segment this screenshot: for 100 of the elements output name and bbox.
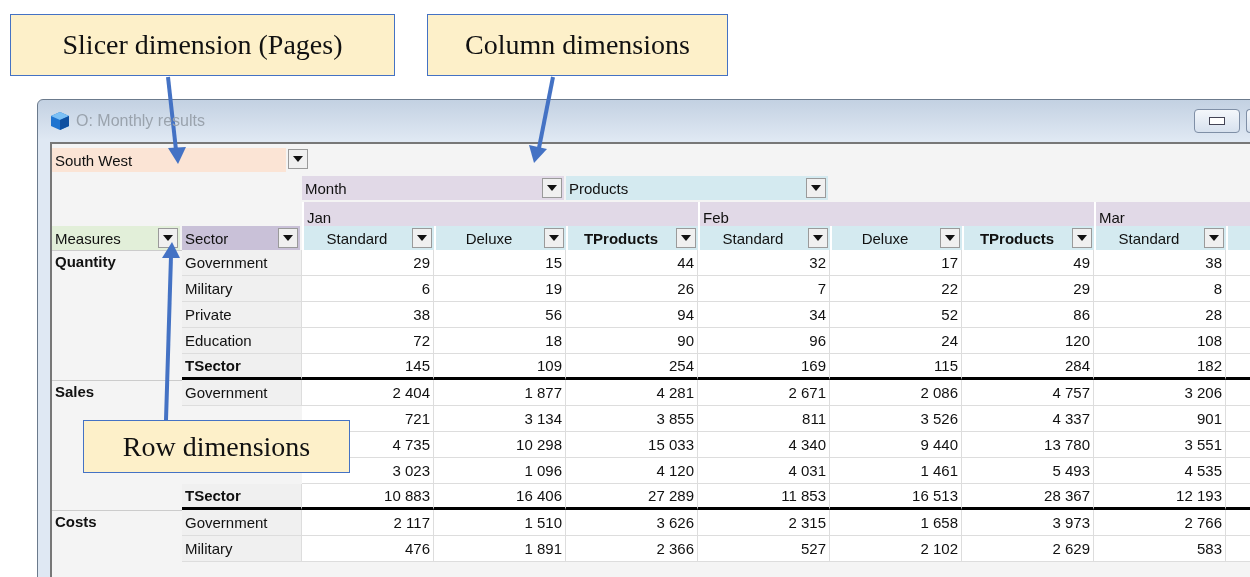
table-cell: 115 xyxy=(830,354,962,380)
table-cell: 1 096 xyxy=(434,458,566,484)
column-header: Standard xyxy=(325,229,389,247)
dimension-label: Sector xyxy=(185,229,229,247)
table-cell: 72 xyxy=(302,328,434,354)
table-cell: 284 xyxy=(962,354,1094,380)
table-cell: 2 629 xyxy=(962,536,1094,562)
table-cell: 94 xyxy=(566,302,698,328)
table-cell: 17 xyxy=(830,250,962,276)
table-cell: 90 xyxy=(566,328,698,354)
table-cell: 7 xyxy=(698,276,830,302)
table-cell: 2 315 xyxy=(698,510,830,536)
row-header: Education xyxy=(182,328,302,354)
row-header: Government xyxy=(182,510,302,536)
table-cell: 44 xyxy=(566,250,698,276)
table-cell: 2 102 xyxy=(830,536,962,562)
table-cell: 4 340 xyxy=(698,432,830,458)
callout-label: Column dimensions xyxy=(427,14,728,76)
table-cell: 169 xyxy=(698,354,830,380)
table-cell: 527 xyxy=(698,536,830,562)
table-cell: 2 117 xyxy=(302,510,434,536)
table-cell: 4 535 xyxy=(1094,458,1226,484)
table-cell: 476 xyxy=(302,536,434,562)
table-cell: 5 493 xyxy=(962,458,1094,484)
row-header: Government xyxy=(182,380,302,406)
table-cell: 4 337 xyxy=(962,406,1094,432)
table-cell: 11 853 xyxy=(698,484,830,510)
table-cell: 4 757 xyxy=(962,380,1094,406)
table-cell: 1 510 xyxy=(434,510,566,536)
table-cell: 27 289 xyxy=(566,484,698,510)
row-header: TSector xyxy=(182,354,302,380)
table-cell: 19 xyxy=(434,276,566,302)
table-cell: 29 xyxy=(962,276,1094,302)
table-cell: 26 xyxy=(566,276,698,302)
table-cell: 12 193 xyxy=(1094,484,1226,510)
column-header: Standard xyxy=(721,229,785,247)
month-header: Feb xyxy=(698,202,1094,226)
row-header: Government xyxy=(182,250,302,276)
table-cell: 22 xyxy=(830,276,962,302)
table-cell: 2 366 xyxy=(566,536,698,562)
table-cell: 38 xyxy=(302,302,434,328)
table-cell: 182 xyxy=(1094,354,1226,380)
table-cell: 3 551 xyxy=(1094,432,1226,458)
table-cell: 3 526 xyxy=(830,406,962,432)
month-header: Mar xyxy=(1094,202,1250,226)
table-cell: 120 xyxy=(962,328,1094,354)
column-header: Deluxe xyxy=(464,229,514,247)
table-cell: 13 780 xyxy=(962,432,1094,458)
table-cell: 2 086 xyxy=(830,380,962,406)
table-cell: 49 xyxy=(962,250,1094,276)
table-cell: 28 xyxy=(1094,302,1226,328)
table-cell: 811 xyxy=(698,406,830,432)
table-cell: 6 xyxy=(302,276,434,302)
table-cell: 1 891 xyxy=(434,536,566,562)
table-cell: 1 658 xyxy=(830,510,962,536)
table-cell: 56 xyxy=(434,302,566,328)
row-header: Military xyxy=(182,536,302,562)
row-header: Private xyxy=(182,302,302,328)
table-cell: 254 xyxy=(566,354,698,380)
table-cell: 96 xyxy=(698,328,830,354)
dimension-label: Measures xyxy=(55,229,121,247)
column-header: Deluxe xyxy=(860,229,910,247)
table-cell: 901 xyxy=(1094,406,1226,432)
table-cell: 2 766 xyxy=(1094,510,1226,536)
callout-label: Slicer dimension (Pages) xyxy=(10,14,395,76)
measure-label: Quantity xyxy=(55,253,116,270)
table-cell: 3 626 xyxy=(566,510,698,536)
table-cell: 16 406 xyxy=(434,484,566,510)
month-header: Jan xyxy=(302,202,698,226)
row-header: Military xyxy=(182,276,302,302)
table-cell: 2 404 xyxy=(302,380,434,406)
column-header: TProducts xyxy=(978,229,1056,247)
table-cell: 24 xyxy=(830,328,962,354)
table-cell: 4 281 xyxy=(566,380,698,406)
row-header: TSector xyxy=(182,484,302,510)
table-cell: 52 xyxy=(830,302,962,328)
table-cell: 28 367 xyxy=(962,484,1094,510)
measure-label: Costs xyxy=(55,513,97,530)
table-cell: 15 033 xyxy=(566,432,698,458)
table-cell: 109 xyxy=(434,354,566,380)
table-cell: 145 xyxy=(302,354,434,380)
table-cell: 3 855 xyxy=(566,406,698,432)
table-cell: 16 513 xyxy=(830,484,962,510)
table-cell: 18 xyxy=(434,328,566,354)
table-cell: 3 206 xyxy=(1094,380,1226,406)
table-cell: 108 xyxy=(1094,328,1226,354)
table-cell: 1 461 xyxy=(830,458,962,484)
table-cell: 3 134 xyxy=(434,406,566,432)
table-cell: 29 xyxy=(302,250,434,276)
column-header: Standard xyxy=(1117,229,1181,247)
table-cell: 4 031 xyxy=(698,458,830,484)
table-cell: 10 883 xyxy=(302,484,434,510)
table-cell: 8 xyxy=(1094,276,1226,302)
table-cell: 583 xyxy=(1094,536,1226,562)
dimension-label: Month xyxy=(305,179,347,197)
callout-label: Row dimensions xyxy=(83,420,350,473)
table-cell: 38 xyxy=(1094,250,1226,276)
table-cell: 86 xyxy=(962,302,1094,328)
dimension-label: Products xyxy=(569,179,629,197)
slicer-label: South West xyxy=(55,151,133,169)
